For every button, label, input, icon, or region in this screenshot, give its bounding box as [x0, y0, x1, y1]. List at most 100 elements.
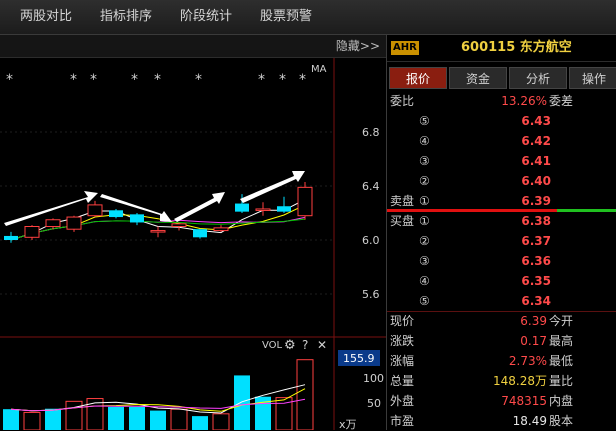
chart-marker: * [258, 72, 265, 88]
volume-bar [108, 406, 124, 430]
chart-header: 隐藏>> [0, 35, 386, 58]
buy-level-5: ⑤ 6.34 [387, 291, 616, 311]
volume-axis-50: 50 [367, 397, 381, 410]
stat-label-2: 股本 [549, 414, 574, 428]
volume-bar [65, 400, 83, 430]
buy-level-1: 买盘 ① 6.38 [387, 211, 616, 231]
menu-indicator-sort[interactable]: 指标排序 [100, 0, 152, 34]
volume-bar [234, 375, 250, 430]
price-tick-label: 6.0 [362, 234, 380, 247]
volume-bar [170, 408, 188, 430]
gear-icon[interactable]: ⚙ [284, 338, 296, 353]
quote-tabs: 报价 资金 分析 操作 [387, 67, 616, 89]
volume-axis-highlight: 155.9 [343, 352, 375, 365]
volume-label: VOL [262, 340, 283, 351]
stat-value: 18.49 [512, 414, 547, 428]
sell-level-2: ② 6.40 [387, 171, 616, 191]
weibi-label: 委比 [390, 94, 415, 108]
close-icon[interactable]: ✕ [317, 338, 327, 352]
chart-marker: * [279, 72, 286, 88]
stat-row-pe: 市盈 18.49 股本 [387, 411, 616, 431]
candle-body [235, 203, 249, 212]
ma-label: MA [311, 64, 327, 75]
candle-body [130, 214, 144, 223]
stat-label: 市盈 [390, 414, 415, 428]
candle-body [193, 229, 207, 238]
stat-label: 外盘 [390, 394, 415, 408]
chart-marker: * [70, 72, 77, 88]
tab-quote[interactable]: 报价 [389, 67, 447, 89]
menu-stage-stats[interactable]: 阶段统计 [180, 0, 232, 34]
sell-price: 6.40 [521, 174, 551, 188]
stock-header: AHR 600115 东方航空 [387, 35, 616, 62]
kline-chart[interactable]: MA * * * * * * * * * 6.8 6.4 6.0 5.6 VOL ⚙ ? ✕ 155.… [0, 58, 386, 430]
stat-value: 0.17 [520, 334, 547, 348]
quote-panel: AHR 600115 东方航空 报价 资金 分析 操作 委比 13.26% 委差… [386, 35, 616, 430]
price-tick-label: 6.8 [362, 126, 380, 139]
stat-value: 2.73% [508, 354, 547, 368]
menu-stock-alert[interactable]: 股票预警 [260, 0, 312, 34]
stat-row-volume: 总量 148.28万 量比 [387, 371, 616, 391]
candle-body [87, 204, 103, 217]
buy-price: 6.37 [521, 234, 551, 248]
buy-level-2: ② 6.37 [387, 231, 616, 251]
chart-marker: * [131, 72, 138, 88]
level-number: ⑤ [419, 114, 430, 128]
weibi-row: 委比 13.26% 委差 [387, 91, 616, 111]
volume-unit: x万 [339, 418, 357, 430]
level-number: ① [419, 194, 430, 208]
sell-level-3: ③ 6.41 [387, 151, 616, 171]
candle-body [171, 223, 187, 228]
candle-body [150, 230, 166, 233]
price-tick-label: 6.4 [362, 180, 380, 193]
candle-body [66, 216, 82, 230]
buy-level-4: ④ 6.35 [387, 271, 616, 291]
stat-row-price: 现价 6.39 今开 [387, 311, 616, 331]
buy-label: 买盘 [390, 214, 415, 228]
weidiff-label: 委差 [549, 94, 574, 108]
hide-label: 隐藏 [335, 39, 360, 53]
level-number: ② [419, 174, 430, 188]
level-number: ④ [419, 274, 430, 288]
chart-marker: * [299, 72, 306, 88]
sell-level-4: ④ 6.42 [387, 131, 616, 151]
candle-body [297, 186, 313, 217]
level-number: ① [419, 214, 430, 228]
level-number: ④ [419, 134, 430, 148]
candle-body [255, 208, 271, 211]
volume-bar [192, 416, 208, 430]
help-icon[interactable]: ? [302, 338, 308, 352]
candle-body [45, 219, 61, 227]
hide-arrows-icon: >> [359, 39, 380, 53]
stat-label: 总量 [390, 374, 415, 388]
volume-bar [3, 409, 19, 430]
hide-button[interactable]: 隐藏>> [336, 35, 380, 57]
stat-label: 涨幅 [390, 354, 415, 368]
candle-body [213, 227, 229, 232]
buy-level-3: ③ 6.36 [387, 251, 616, 271]
tab-funds[interactable]: 资金 [449, 67, 507, 89]
level-number: ② [419, 234, 430, 248]
volume-bar [129, 406, 145, 430]
level-number: ③ [419, 254, 430, 268]
buy-price: 6.36 [521, 254, 551, 268]
sell-level-1: 卖盘 ① 6.39 [387, 191, 616, 211]
candle-body [109, 210, 123, 218]
sell-price: 6.42 [521, 134, 551, 148]
stat-label-2: 最高 [549, 334, 574, 348]
price-tick-label: 5.6 [362, 288, 380, 301]
top-menu-bar: 两股对比 指标排序 阶段统计 股票预警 [0, 0, 616, 35]
sell-price: 6.41 [521, 154, 551, 168]
chart-marker: * [90, 72, 97, 88]
tab-operation[interactable]: 操作 [569, 67, 616, 89]
stat-value: 148.28万 [493, 374, 547, 388]
stat-label-2: 今开 [549, 314, 574, 328]
tab-analysis[interactable]: 分析 [509, 67, 567, 89]
stat-label: 涨跌 [390, 334, 415, 348]
chart-marker: * [195, 72, 202, 88]
stat-row-pct: 涨幅 2.73% 最低 [387, 351, 616, 371]
sell-price: 6.39 [521, 194, 551, 208]
stat-label-2: 最低 [549, 354, 574, 368]
menu-compare[interactable]: 两股对比 [20, 0, 72, 34]
volume-axis-100: 100 [363, 372, 384, 385]
